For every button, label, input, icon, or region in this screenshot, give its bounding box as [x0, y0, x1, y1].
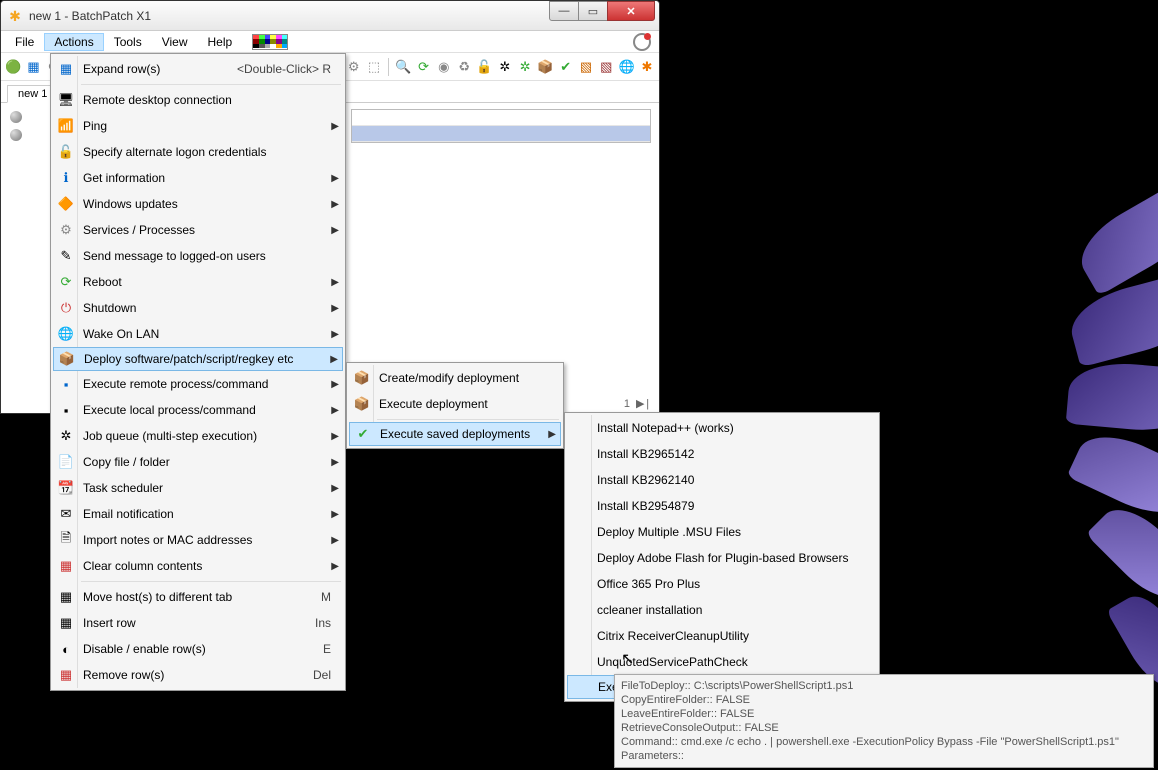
row-indicator-1[interactable]	[7, 109, 25, 125]
tooltip-line: Command:: cmd.exe /c echo . | powershell…	[621, 735, 1147, 749]
mi-alt-logon[interactable]: 🔓Specify alternate logon credentials	[53, 139, 343, 165]
mi-shutdown[interactable]: ⏻Shutdown▶	[53, 295, 343, 321]
mi-task-sched[interactable]: 📆Task scheduler▶	[53, 475, 343, 501]
mi-services[interactable]: ⚙Services / Processes▶	[53, 217, 343, 243]
mi-exec-saved-deploy[interactable]: ✔Execute saved deployments▶	[349, 422, 561, 446]
grid-row-selected[interactable]	[352, 126, 650, 142]
menu-actions[interactable]: Actions	[44, 33, 103, 51]
actions-menu: ▦ Expand row(s) <Double-Click> R 🖥Remote…	[50, 53, 346, 691]
tb-icon-22[interactable]: 🔓	[476, 58, 492, 76]
tb-icon-18[interactable]: 🔍	[395, 58, 411, 76]
tb-icon-30[interactable]: ✱	[639, 58, 655, 76]
mi-saved-2[interactable]: Install KB2962140	[567, 467, 877, 493]
tooltip-line: RetrieveConsoleOutput:: FALSE	[621, 721, 1147, 735]
mi-win-updates[interactable]: 🔶Windows updates▶	[53, 191, 343, 217]
mi-exec-deploy[interactable]: 📦Execute deployment	[349, 391, 561, 417]
mi-insert-row[interactable]: ▦Insert rowIns	[53, 610, 343, 636]
mi-clear-col[interactable]: ▦Clear column contents▶	[53, 553, 343, 579]
mi-send-msg[interactable]: ✎Send message to logged-on users	[53, 243, 343, 269]
tooltip-line: CopyEntireFolder:: FALSE	[621, 693, 1147, 707]
menubar: File Actions Tools View Help	[1, 31, 659, 53]
tb-icon-29[interactable]: 🌐	[618, 58, 634, 76]
mi-disable-row[interactable]: ◐Disable / enable row(s)E	[53, 636, 343, 662]
mi-get-info[interactable]: ℹGet information▶	[53, 165, 343, 191]
minimize-button[interactable]: —	[549, 1, 579, 21]
deploy-submenu: 📦Create/modify deployment 📦Execute deplo…	[346, 362, 564, 449]
mi-remove-row[interactable]: ▦Remove row(s)Del	[53, 662, 343, 688]
mi-ping[interactable]: 📶Ping▶	[53, 113, 343, 139]
status-pager[interactable]: ▶|	[636, 397, 651, 411]
mi-wol[interactable]: 🌐Wake On LAN▶	[53, 321, 343, 347]
tooltip-line: Parameters::	[621, 749, 1147, 763]
mi-job-queue[interactable]: ✲Job queue (multi-step execution)▶	[53, 423, 343, 449]
tb-icon-20[interactable]: ◉	[436, 58, 452, 76]
tb-icon-2[interactable]: ▦	[25, 58, 41, 76]
mi-create-deploy[interactable]: 📦Create/modify deployment	[349, 365, 561, 391]
tb-icon-17[interactable]: ⬚	[366, 58, 382, 76]
mi-expand-rows[interactable]: ▦ Expand row(s) <Double-Click> R	[53, 56, 343, 82]
mi-saved-0[interactable]: Install Notepad++ (works)	[567, 415, 877, 441]
tb-icon-26[interactable]: ✔	[558, 58, 574, 76]
saved-deployments-menu: Install Notepad++ (works) Install KB2965…	[564, 412, 880, 702]
grid-header	[352, 110, 650, 126]
tb-icon-19[interactable]: ⟳	[415, 58, 431, 76]
tb-icon-24[interactable]: ✲	[517, 58, 533, 76]
deployment-tooltip: FileToDeploy:: C:\scripts\PowerShellScri…	[614, 674, 1154, 768]
mi-saved-5[interactable]: Deploy Adobe Flash for Plugin-based Brow…	[567, 545, 877, 571]
status-count: 1	[624, 398, 630, 410]
mi-deploy[interactable]: 📦Deploy software/patch/script/regkey etc…	[53, 347, 343, 371]
mi-saved-7[interactable]: ccleaner installation	[567, 597, 877, 623]
tb-icon-16[interactable]: ⚙	[346, 58, 362, 76]
schedule-icon[interactable]	[633, 33, 651, 51]
mi-reboot[interactable]: ⟳Reboot▶	[53, 269, 343, 295]
tooltip-line: FileToDeploy:: C:\scripts\PowerShellScri…	[621, 679, 1147, 693]
mi-email[interactable]: ✉Email notification▶	[53, 501, 343, 527]
close-button[interactable]: ✕	[607, 1, 655, 21]
color-palette-icon[interactable]	[252, 34, 288, 50]
mi-copy-file[interactable]: 📄Copy file / folder▶	[53, 449, 343, 475]
tb-icon-23[interactable]: ✲	[497, 58, 513, 76]
tooltip-line: LeaveEntireFolder:: FALSE	[621, 707, 1147, 721]
titlebar[interactable]: ✱ new 1 - BatchPatch X1 — ▭ ✕	[1, 1, 659, 31]
mi-saved-9[interactable]: UnquotedServicePathCheck	[567, 649, 877, 675]
mi-saved-3[interactable]: Install KB2954879	[567, 493, 877, 519]
menu-file[interactable]: File	[5, 33, 44, 51]
row-indicator-2[interactable]	[7, 127, 25, 143]
mi-saved-1[interactable]: Install KB2965142	[567, 441, 877, 467]
app-icon: ✱	[7, 8, 23, 24]
tb-icon-1[interactable]: 🟢	[5, 58, 21, 76]
mi-exec-remote[interactable]: ▪Execute remote process/command▶	[53, 371, 343, 397]
desktop-wallpaper	[1028, 120, 1158, 720]
menu-tools[interactable]: Tools	[104, 33, 152, 51]
tb-icon-25[interactable]: 📦	[537, 58, 553, 76]
tb-icon-27[interactable]: ▧	[578, 58, 594, 76]
mi-saved-4[interactable]: Deploy Multiple .MSU Files	[567, 519, 877, 545]
mi-import-notes[interactable]: 🗎Import notes or MAC addresses▶	[53, 527, 343, 553]
mi-exec-local[interactable]: ▪Execute local process/command▶	[53, 397, 343, 423]
tb-icon-28[interactable]: ▧	[598, 58, 614, 76]
mi-saved-6[interactable]: Office 365 Pro Plus	[567, 571, 877, 597]
mi-rdp[interactable]: 🖥Remote desktop connection	[53, 87, 343, 113]
menu-help[interactable]: Help	[198, 33, 243, 51]
grid[interactable]	[351, 109, 651, 143]
menu-view[interactable]: View	[152, 33, 198, 51]
tb-icon-21[interactable]: ♻	[456, 58, 472, 76]
mi-move-tab[interactable]: ▦Move host(s) to different tabM	[53, 584, 343, 610]
mi-saved-8[interactable]: Citrix ReceiverCleanupUtility	[567, 623, 877, 649]
maximize-button[interactable]: ▭	[578, 1, 608, 21]
